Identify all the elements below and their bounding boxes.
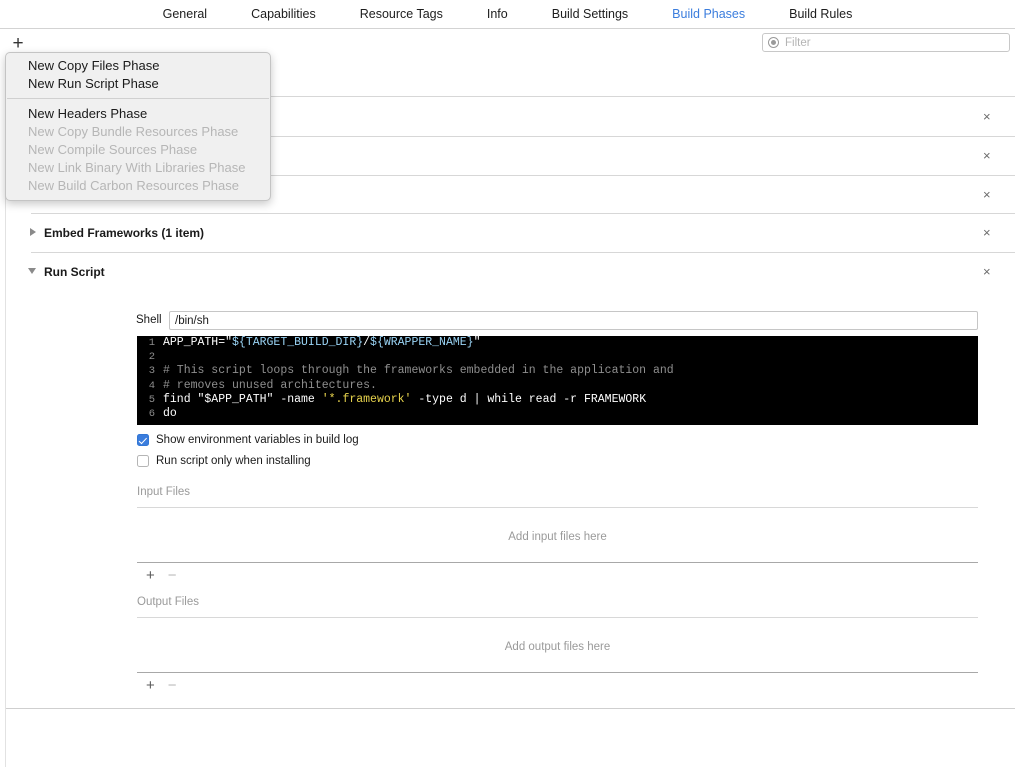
- code-token: '*.framework': [322, 393, 412, 406]
- phase-divider: [31, 252, 1015, 253]
- show-env-vars-label: Show environment variables in build log: [156, 434, 359, 446]
- code-token: ${TARGET_BUILD_DIR}: [232, 336, 363, 349]
- show-env-vars-checkbox[interactable]: [137, 434, 149, 446]
- shell-label: Shell: [136, 314, 162, 326]
- code-token: # removes unused architectures.: [163, 379, 377, 392]
- remove-phase-button[interactable]: ×: [983, 187, 991, 202]
- input-files-add-remove-group: + −: [146, 569, 177, 583]
- filter-field[interactable]: Filter: [762, 33, 1010, 52]
- code-token: ${WRAPPER_NAME}: [370, 336, 474, 349]
- menu-separator: [7, 98, 269, 99]
- add-build-phase-menu[interactable]: New Copy Files Phase New Run Script Phas…: [5, 52, 271, 201]
- remove-phase-button[interactable]: ×: [983, 109, 991, 124]
- menu-item-new-run-script-phase[interactable]: New Run Script Phase: [6, 75, 270, 93]
- output-files-empty-text: Add output files here: [137, 641, 978, 653]
- code-token: -type d | while read -r FRAMEWORK: [411, 393, 646, 406]
- code-text: do: [163, 407, 177, 421]
- line-number: 1: [137, 336, 163, 350]
- line-number: 5: [137, 393, 163, 407]
- project-editor-tabbar: General Capabilities Resource Tags Info …: [0, 0, 1015, 28]
- menu-item-new-compile-sources-phase: New Compile Sources Phase: [6, 141, 270, 159]
- code-line: 4 # removes unused architectures.: [137, 379, 978, 393]
- phase-divider: [31, 213, 1015, 214]
- input-files-empty-text: Add input files here: [137, 531, 978, 543]
- phase-title-run-script: Run Script: [44, 265, 105, 279]
- run-only-when-installing-checkbox[interactable]: [137, 455, 149, 467]
- output-files-bottom-rule: [137, 672, 978, 673]
- code-text: APP_PATH="${TARGET_BUILD_DIR}/${WRAPPER_…: [163, 336, 480, 350]
- menu-item-new-copy-files-phase[interactable]: New Copy Files Phase: [6, 57, 270, 75]
- run-only-when-installing-checkbox-row[interactable]: Run script only when installing: [137, 455, 311, 467]
- output-files-top-rule: [137, 617, 978, 618]
- chevron-right-icon[interactable]: [30, 228, 36, 236]
- menu-item-new-headers-phase[interactable]: New Headers Phase: [6, 105, 270, 123]
- remove-input-file-button[interactable]: −: [168, 569, 177, 583]
- code-text: # This script loops through the framewor…: [163, 364, 674, 378]
- line-number: 6: [137, 407, 163, 421]
- tab-general[interactable]: General: [141, 0, 229, 28]
- input-files-top-rule: [137, 507, 978, 508]
- remove-phase-button[interactable]: ×: [983, 225, 991, 240]
- menu-item-new-build-carbon-resources-phase: New Build Carbon Resources Phase: [6, 177, 270, 195]
- remove-phase-button[interactable]: ×: [983, 264, 991, 279]
- line-number: 3: [137, 364, 163, 378]
- add-input-file-button[interactable]: +: [146, 569, 155, 583]
- shell-input[interactable]: [169, 311, 978, 330]
- tab-build-phases[interactable]: Build Phases: [650, 0, 767, 28]
- tab-resource-tags[interactable]: Resource Tags: [338, 0, 465, 28]
- menu-item-new-link-binary-with-libraries-phase: New Link Binary With Libraries Phase: [6, 159, 270, 177]
- code-token: /: [363, 336, 370, 349]
- phase-title-embed-frameworks: Embed Frameworks (1 item): [44, 226, 204, 240]
- chevron-down-icon[interactable]: [28, 268, 36, 274]
- filter-placeholder: Filter: [785, 37, 811, 49]
- output-files-label: Output Files: [137, 596, 199, 608]
- code-token: APP_PATH=": [163, 336, 232, 349]
- tab-build-rules[interactable]: Build Rules: [767, 0, 874, 28]
- line-number: 2: [137, 350, 163, 364]
- remove-phase-button[interactable]: ×: [983, 148, 991, 163]
- bottom-divider: [6, 708, 1015, 709]
- tab-build-settings[interactable]: Build Settings: [530, 0, 650, 28]
- tab-capabilities[interactable]: Capabilities: [229, 0, 338, 28]
- code-line: 5 find "$APP_PATH" -name '*.framework' -…: [137, 393, 978, 407]
- code-line: 1 APP_PATH="${TARGET_BUILD_DIR}/${WRAPPE…: [137, 336, 978, 350]
- show-env-vars-checkbox-row[interactable]: Show environment variables in build log: [137, 434, 359, 446]
- code-token: # This script loops through the framewor…: [163, 364, 674, 377]
- tab-info[interactable]: Info: [465, 0, 530, 28]
- input-files-bottom-rule: [137, 562, 978, 563]
- code-line: 2: [137, 350, 978, 364]
- code-token: ": [474, 336, 481, 349]
- code-text: find "$APP_PATH" -name '*.framework' -ty…: [163, 393, 646, 407]
- code-line: 6 do: [137, 407, 978, 421]
- script-code-editor[interactable]: 1 APP_PATH="${TARGET_BUILD_DIR}/${WRAPPE…: [137, 336, 978, 425]
- filter-circle-icon: [768, 37, 779, 48]
- code-text: # removes unused architectures.: [163, 379, 377, 393]
- menu-item-new-copy-bundle-resources-phase: New Copy Bundle Resources Phase: [6, 123, 270, 141]
- code-token: find "$APP_PATH" -name: [163, 393, 322, 406]
- input-files-label: Input Files: [137, 486, 190, 498]
- output-files-add-remove-group: + −: [146, 679, 177, 693]
- code-token: do: [163, 407, 177, 420]
- remove-output-file-button[interactable]: −: [168, 679, 177, 693]
- run-only-when-installing-label: Run script only when installing: [156, 455, 311, 467]
- code-line: 3 # This script loops through the framew…: [137, 364, 978, 378]
- line-number: 4: [137, 379, 163, 393]
- add-output-file-button[interactable]: +: [146, 679, 155, 693]
